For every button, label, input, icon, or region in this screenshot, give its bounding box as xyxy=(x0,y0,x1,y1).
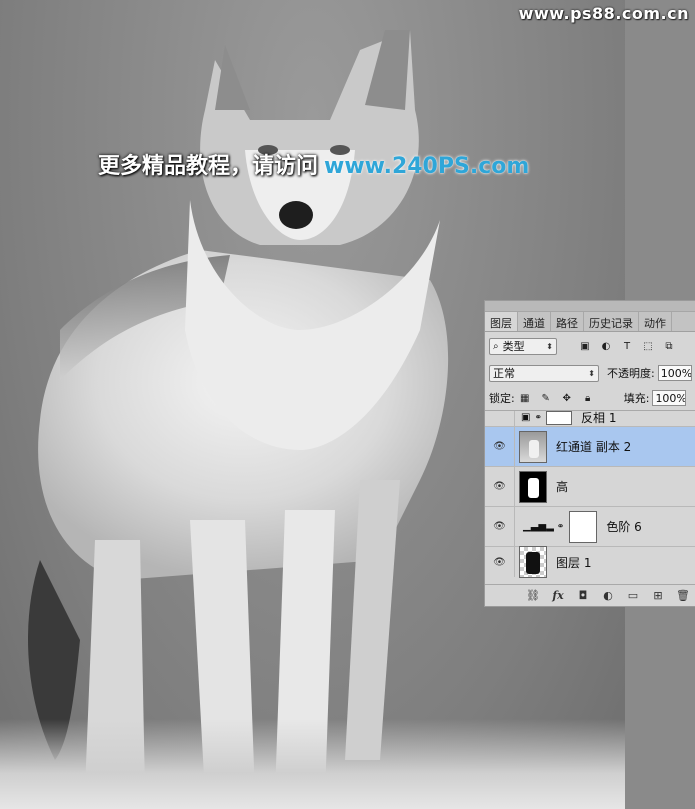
layer-thumbnail xyxy=(519,470,547,503)
shape-filter-icon[interactable]: ⬚ xyxy=(642,340,654,352)
tab-layers[interactable]: 图层 xyxy=(485,312,518,331)
promo-url: www.240PS.com xyxy=(324,154,530,179)
layer-list: ▣ ⚭ 反相 1 👁︎ 红通道 副本 2 👁︎ 高 👁︎ ▁▃▅▂ ⚭ 色阶 6 xyxy=(485,411,695,579)
opacity-input[interactable]: 100% xyxy=(657,365,692,381)
tab-actions[interactable]: 动作 xyxy=(639,312,672,331)
promo-banner: 更多精品教程，请访问 www.240PS.com xyxy=(98,148,529,180)
fill-input[interactable]: 100% xyxy=(652,390,687,406)
chevron-updown-icon: ⬍ xyxy=(588,368,595,378)
adjustment-filter-icon[interactable]: ◐ xyxy=(600,340,612,352)
eye-icon[interactable]: 👁︎ xyxy=(485,427,515,466)
snow-ground xyxy=(0,719,625,809)
tab-paths[interactable]: 路径 xyxy=(551,312,584,331)
link-layers-icon[interactable]: ⛓ xyxy=(526,589,540,603)
panel-grip[interactable] xyxy=(485,301,695,312)
lock-transparent-icon[interactable]: ▦ xyxy=(519,392,531,404)
chevron-updown-icon: ⬍ xyxy=(546,341,553,351)
layer-name: 高 xyxy=(556,480,569,494)
blend-mode-select[interactable]: 正常 ⬍ xyxy=(489,364,599,382)
lock-paint-icon[interactable]: ✎ xyxy=(540,392,552,404)
layer-row-high[interactable]: 👁︎ 高 xyxy=(485,467,695,507)
visibility-toggle[interactable] xyxy=(485,411,515,426)
layer-thumbnail xyxy=(519,430,547,463)
opacity-label: 不透明度: xyxy=(607,367,655,380)
filter-kind-label: 类型 xyxy=(502,340,525,353)
blend-mode-label: 正常 xyxy=(493,367,515,380)
layer-thumbnail xyxy=(519,546,547,578)
blend-row: 正常 ⬍ 不透明度: 100% xyxy=(485,360,695,386)
mask-thumbnail xyxy=(569,510,598,543)
fill-label: 填充: xyxy=(623,392,650,405)
mask-thumbnail xyxy=(546,411,572,425)
lock-position-icon[interactable]: ✥ xyxy=(561,392,573,404)
smart-object-filter-icon[interactable]: ⧉ xyxy=(663,340,675,352)
link-icon: ⚭ xyxy=(534,412,542,423)
filter-row: ⌕ 类型 ⬍ ▣ ◐ T ⬚ ⧉ xyxy=(485,332,695,360)
eye-icon[interactable]: 👁︎ xyxy=(485,507,515,546)
eye-icon[interactable]: 👁︎ xyxy=(485,547,515,577)
image-filter-icon[interactable]: ▣ xyxy=(579,340,591,352)
type-filter-icon[interactable]: T xyxy=(621,340,633,352)
layer-name: 红通道 副本 2 xyxy=(556,440,632,454)
panel-footer: ⛓ fx ◘ ◐ ▭ ⊞ 🗑︎ xyxy=(485,584,695,606)
promo-text: 更多精品教程，请访问 xyxy=(98,154,319,179)
layer-name: 图层 1 xyxy=(556,555,592,570)
lock-row: 锁定: ▦ ✎ ✥ 🔒︎ 填充: 100% xyxy=(485,386,695,411)
lock-all-icon[interactable]: 🔒︎ xyxy=(582,392,594,404)
tab-history[interactable]: 历史记录 xyxy=(584,312,639,331)
adjustment-icon: ▣ xyxy=(521,412,531,423)
layer-row-invert[interactable]: ▣ ⚭ 反相 1 xyxy=(485,411,695,427)
tab-channels[interactable]: 通道 xyxy=(518,312,551,331)
trash-icon[interactable]: 🗑︎ xyxy=(676,589,690,603)
layer-name: 色阶 6 xyxy=(606,520,642,534)
layer-row-red-channel-copy[interactable]: 👁︎ 红通道 副本 2 xyxy=(485,427,695,467)
search-icon: ⌕ xyxy=(493,340,499,352)
lock-label: 锁定: xyxy=(489,392,515,405)
new-group-icon[interactable]: ▭ xyxy=(626,589,640,603)
new-adjustment-icon[interactable]: ◐ xyxy=(601,589,615,603)
watermark-text: www.ps88.com.cn xyxy=(518,4,689,23)
layer-name: 反相 1 xyxy=(581,411,617,425)
fx-icon[interactable]: fx xyxy=(551,589,565,603)
filter-kind-select[interactable]: ⌕ 类型 ⬍ xyxy=(489,337,557,355)
layer-row-layer1[interactable]: 👁︎ 图层 1 xyxy=(485,546,695,578)
layers-panel: 图层 通道 路径 历史记录 动作 ⌕ 类型 ⬍ ▣ ◐ T ⬚ ⧉ 正常 ⬍ 不… xyxy=(484,300,695,607)
new-layer-icon[interactable]: ⊞ xyxy=(651,589,665,603)
panel-tabs: 图层 通道 路径 历史记录 动作 xyxy=(485,312,695,332)
eye-icon[interactable]: 👁︎ xyxy=(485,467,515,506)
add-mask-icon[interactable]: ◘ xyxy=(576,589,590,603)
link-icon: ⚭ xyxy=(556,521,565,532)
layer-row-levels[interactable]: 👁︎ ▁▃▅▂ ⚭ 色阶 6 xyxy=(485,507,695,547)
levels-histogram-icon: ▁▃▅▂ xyxy=(523,521,554,532)
